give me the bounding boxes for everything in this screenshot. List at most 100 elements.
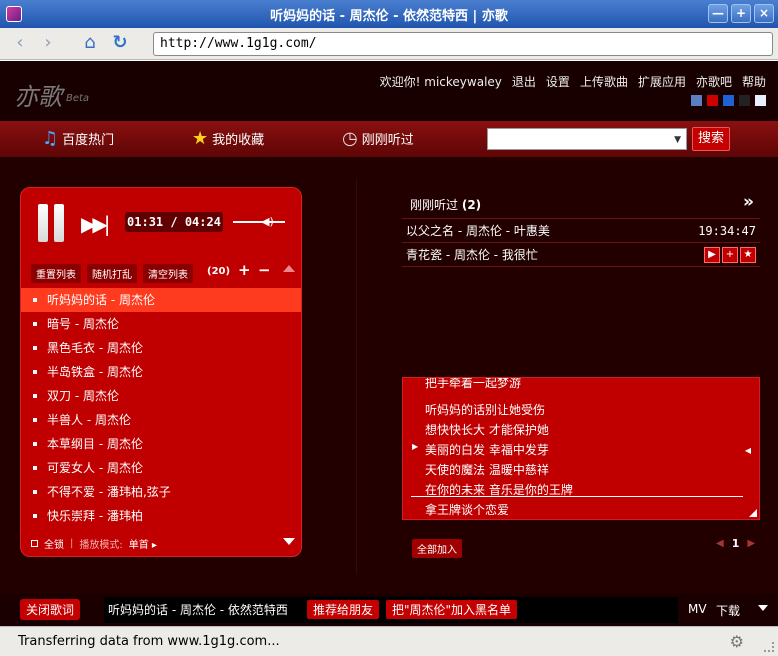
reset-list-button[interactable]: 重置列表: [31, 264, 81, 283]
gear-icon[interactable]: ⚙: [730, 632, 744, 651]
prev-page-icon[interactable]: ◀: [716, 538, 724, 549]
mv-link[interactable]: MV: [688, 602, 707, 616]
shuffle-button[interactable]: 随机打乱: [87, 264, 137, 283]
scroll-up-icon[interactable]: [283, 265, 295, 272]
volume-slider[interactable]: [233, 221, 285, 223]
close-button[interactable]: ×: [754, 4, 774, 23]
browser-statusbar: Transferring data from www.1g1g.com... ⚙: [0, 626, 778, 656]
playlist-item[interactable]: 快乐崇拜 - 潘玮柏: [21, 504, 301, 528]
recent-time: 19:34:47: [698, 224, 756, 238]
window-controls: — + ×: [708, 4, 774, 23]
playlist-footer: 全锁 | 播放模式: 单首 ▸: [31, 536, 157, 551]
lyric-line: 天使的魔法 温暖中慈祥: [425, 463, 549, 477]
skin-swatch[interactable]: [707, 95, 718, 106]
window-title: 听妈妈的话 - 周杰伦 - 依然范特西 | 亦歌: [270, 9, 508, 24]
add-icon[interactable]: +: [238, 261, 251, 279]
playlist-item[interactable]: 可爱女人 - 周杰伦: [21, 456, 301, 480]
settings-link[interactable]: 设置: [546, 73, 570, 90]
reload-icon[interactable]: ↻: [110, 34, 130, 54]
extensions-link[interactable]: 扩展应用: [638, 73, 686, 90]
lyric-line: 想快快长大 才能保护她: [425, 423, 549, 437]
tab-baidu-hot[interactable]: ♫ 百度热门: [42, 129, 114, 148]
play-mode-select[interactable]: 单首 ▸: [129, 536, 157, 551]
search-button[interactable]: 搜索: [692, 127, 730, 151]
site-logo[interactable]: 亦歌: [14, 77, 62, 112]
play-icon[interactable]: ▶: [704, 247, 720, 263]
skin-swatch[interactable]: [723, 95, 734, 106]
page-number[interactable]: 1: [732, 537, 740, 550]
welcome-user-link[interactable]: 欢迎你! mickeywaley: [380, 73, 502, 90]
playlist-controls: 重置列表 随机打乱 清空列表: [31, 264, 193, 283]
lyric-position-icon: ◀: [744, 446, 751, 455]
playlist-item[interactable]: 暗号 - 周杰伦: [21, 312, 301, 336]
pagination: ◀ 1 ▶: [716, 537, 755, 550]
playlist-item[interactable]: 听妈妈的话 - 周杰伦: [21, 288, 301, 312]
skin-swatch[interactable]: [739, 95, 750, 106]
url-input[interactable]: http://www.1g1g.com/: [153, 32, 773, 56]
more-options-icon[interactable]: [758, 605, 768, 611]
tab-favorites[interactable]: ★ 我的收藏: [192, 129, 264, 148]
logout-link[interactable]: 退出: [512, 73, 536, 90]
recent-item[interactable]: 以父之名 - 周杰伦 - 叶惠美 19:34:47: [402, 219, 760, 243]
fast-forward-icon[interactable]: »: [743, 192, 754, 212]
clear-list-button[interactable]: 清空列表: [143, 264, 193, 283]
play-mode-label: 播放模式:: [79, 540, 123, 551]
minimize-button[interactable]: —: [708, 4, 728, 23]
browser-toolbar: ‹ › ⌂ ↻ http://www.1g1g.com/: [0, 28, 778, 60]
select-all-label[interactable]: 全锁: [44, 536, 64, 551]
forward-arrow-icon[interactable]: ›: [38, 34, 58, 54]
site-content: 亦歌 Beta 欢迎你! mickeywaley 退出 设置 上传歌曲 扩展应用…: [0, 61, 778, 626]
recent-header: 刚刚听过 (2) »: [402, 191, 760, 219]
star-icon[interactable]: ★: [740, 247, 756, 263]
now-playing-song: 听妈妈的话 - 周杰伦 - 依然范特西: [108, 603, 288, 617]
skin-picker: [691, 95, 766, 106]
help-link[interactable]: 帮助: [742, 73, 766, 90]
clock-icon: ◷: [342, 127, 358, 149]
add-icon[interactable]: +: [722, 247, 738, 263]
remove-icon[interactable]: −: [258, 261, 271, 279]
playlist-item[interactable]: 不得不爱 - 潘玮柏,弦子: [21, 480, 301, 504]
now-playing-bar: 关闭歌词 听妈妈的话 - 周杰伦 - 依然范特西 推荐给朋友 把"周杰伦"加入黑…: [0, 594, 778, 626]
forum-link[interactable]: 亦歌吧: [696, 73, 732, 90]
playlist-item[interactable]: 本草纲目 - 周杰伦: [21, 432, 301, 456]
playlist-item[interactable]: 黑色毛衣 - 周杰伦: [21, 336, 301, 360]
upload-link[interactable]: 上传歌曲: [580, 73, 628, 90]
footer-separator: |: [70, 538, 74, 549]
recent-item-actions: ▶ + ★: [704, 247, 756, 263]
next-track-icon[interactable]: ▶▶|: [81, 212, 110, 236]
search-input[interactable]: ▼: [487, 128, 687, 150]
playlist-item[interactable]: 半兽人 - 周杰伦: [21, 408, 301, 432]
download-link[interactable]: 下载: [716, 602, 740, 619]
recent-song: 以父之名 - 周杰伦 - 叶惠美: [406, 224, 550, 238]
resize-handle-icon[interactable]: [749, 509, 757, 517]
add-all-button[interactable]: 全部加入: [412, 539, 462, 558]
playlist-item[interactable]: 双刀 - 周杰伦: [21, 384, 301, 408]
category-bar: ♫ 百度热门 ★ 我的收藏 ◷ 刚刚听过 ▼ 搜索: [0, 121, 778, 157]
close-lyrics-button[interactable]: 关闭歌词: [20, 599, 81, 620]
back-arrow-icon[interactable]: ‹: [10, 34, 30, 54]
pause-button[interactable]: [38, 204, 66, 242]
skin-swatch[interactable]: [691, 95, 702, 106]
recommend-button[interactable]: 推荐给朋友: [307, 600, 380, 619]
tab-recent[interactable]: ◷ 刚刚听过: [342, 129, 414, 148]
playlist-item[interactable]: 半岛铁盒 - 周杰伦: [21, 360, 301, 384]
chevron-down-icon[interactable]: ▼: [674, 135, 681, 145]
volume-icon[interactable]: ◀): [261, 215, 274, 228]
resize-grip-icon[interactable]: [764, 642, 774, 652]
top-nav: 欢迎你! mickeywaley 退出 设置 上传歌曲 扩展应用 亦歌吧 帮助: [380, 73, 766, 90]
lyric-line-current: 美丽的白发 幸福中发芽: [412, 441, 549, 458]
pause-icon: [54, 204, 64, 242]
blacklist-button[interactable]: 把"周杰伦"加入黑名单: [386, 600, 518, 619]
next-page-icon[interactable]: ▶: [747, 538, 755, 549]
music-note-icon: ♫: [42, 127, 59, 149]
status-message: Transferring data from www.1g1g.com...: [18, 634, 280, 649]
maximize-button[interactable]: +: [731, 4, 751, 23]
logo-beta-label: Beta: [66, 93, 90, 104]
playlist: 听妈妈的话 - 周杰伦 暗号 - 周杰伦 黑色毛衣 - 周杰伦 半岛铁盒 - 周…: [21, 288, 301, 528]
home-icon[interactable]: ⌂: [80, 34, 100, 54]
skin-swatch[interactable]: [755, 95, 766, 106]
select-all-checkbox[interactable]: [31, 540, 38, 547]
scroll-down-icon[interactable]: [283, 538, 295, 545]
lyric-line: 把手牵着一起梦游: [425, 377, 522, 390]
recent-item[interactable]: 青花瓷 - 周杰伦 - 我很忙 ▶ + ★: [402, 243, 760, 267]
